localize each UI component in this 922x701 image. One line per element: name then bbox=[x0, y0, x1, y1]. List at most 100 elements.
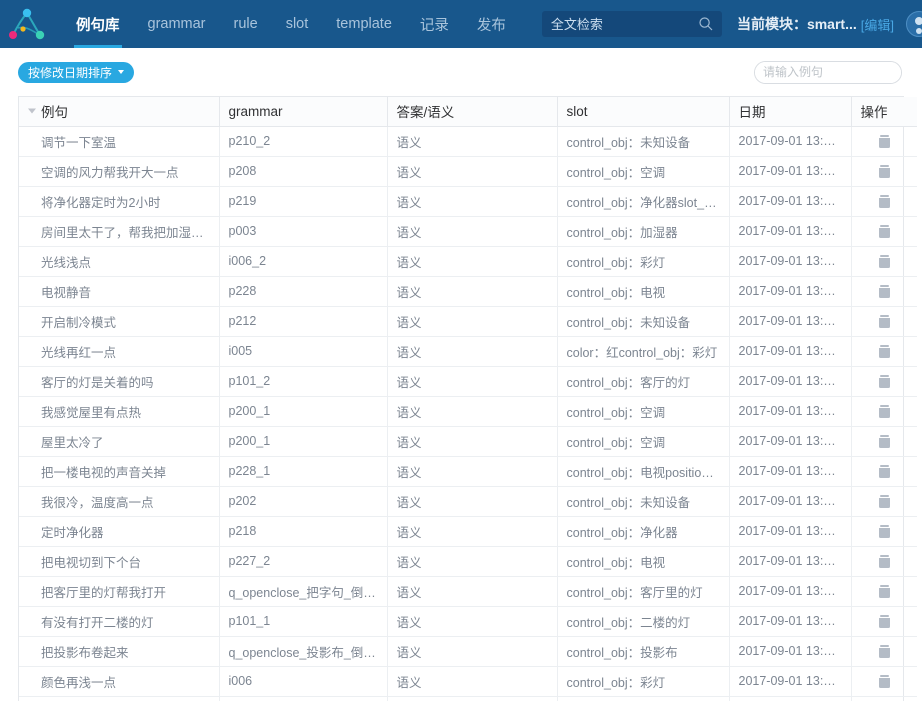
cell-action bbox=[851, 426, 917, 457]
cell-grammar: q_openclose_把字句_倒装句 bbox=[219, 576, 388, 607]
sentence-search[interactable] bbox=[754, 60, 902, 84]
table-row[interactable]: 我感觉屋里有点热 p200_1 语义 control_obj：空调 2017-09-01… bbox=[19, 396, 917, 427]
cell-action bbox=[851, 366, 917, 397]
column-header-answer[interactable]: 答案/语义 bbox=[387, 97, 558, 127]
delete-icon[interactable] bbox=[878, 135, 890, 149]
cell-date: 2017-09-01 13:46:47 bbox=[729, 516, 852, 547]
table-row[interactable]: 我要调一下空调的风力p215_2语义control_obj：空调2017-09-… bbox=[19, 696, 917, 701]
table-row[interactable]: 把投影布卷起来 q_openclose_投影布_倒装句 语义 control_obj：… bbox=[19, 636, 917, 667]
delete-icon[interactable] bbox=[878, 285, 890, 299]
delete-icon[interactable] bbox=[878, 585, 890, 599]
user-avatar[interactable] bbox=[906, 11, 922, 37]
cell-date: 2017-09-01 13:46:47 bbox=[729, 156, 852, 187]
current-module-label: 当前模块：smart... bbox=[736, 16, 857, 32]
app-header: 例句库 grammar rule slot template 记录 发布 当前模… bbox=[0, 0, 922, 48]
cell-sentence: 把投影布卷起来 bbox=[19, 636, 220, 667]
table-row[interactable]: 光线浅点 i006_2 语义 control_obj：彩灯 2017-09-01 13:… bbox=[19, 246, 917, 277]
cell-answer: 语义 bbox=[387, 636, 558, 667]
table-row[interactable]: 将净化器定时为2小时 p219 语义 control_obj：净化器slot_timi… bbox=[19, 186, 917, 217]
nav-item-grammar[interactable]: grammar bbox=[134, 0, 220, 48]
nav-label: 记录 bbox=[419, 17, 449, 34]
delete-icon[interactable] bbox=[878, 375, 890, 389]
cell-sentence: 空调的风力帮我开大一点 bbox=[19, 156, 220, 187]
cell-answer: 语义 bbox=[387, 456, 558, 487]
cell-sentence: 客厅的灯是关着的吗 bbox=[19, 366, 220, 397]
column-header-action[interactable]: 操作 bbox=[851, 97, 917, 127]
cell-grammar: p228 bbox=[219, 276, 388, 307]
global-search-input[interactable] bbox=[541, 11, 722, 37]
delete-icon[interactable] bbox=[878, 405, 890, 419]
column-header-date[interactable]: 日期 bbox=[729, 97, 852, 127]
cell-sentence: 房间里太干了，帮我把加湿器... bbox=[19, 216, 220, 247]
cell-answer: 语义 bbox=[387, 276, 558, 307]
table-row[interactable]: 我很冷，温度高一点 p202 语义 control_obj：未知设备 2017-09-0… bbox=[19, 486, 917, 517]
delete-icon[interactable] bbox=[878, 315, 890, 329]
edit-module-link[interactable]: [编辑] bbox=[861, 15, 894, 34]
cell-answer: 语义 bbox=[387, 516, 558, 547]
cell-action bbox=[851, 246, 917, 277]
global-search[interactable] bbox=[541, 11, 722, 37]
delete-icon[interactable] bbox=[878, 615, 890, 629]
column-header-sentence[interactable]: 例句 bbox=[19, 97, 220, 127]
table-row[interactable]: 把电视切到下个台 p227_2 语义 control_obj：电视 2017-09-01… bbox=[19, 546, 917, 577]
delete-icon[interactable] bbox=[878, 255, 890, 269]
header-right: 当前模块：smart... [编辑] bbox=[737, 11, 922, 37]
table-row[interactable]: 把一楼电视的声音关掉 p228_1 语义 control_obj：电视position… bbox=[19, 456, 917, 487]
table-row[interactable]: 颜色再浅一点 i006 语义 control_obj：彩灯 2017-09-01 13:… bbox=[19, 666, 917, 697]
delete-icon[interactable] bbox=[878, 555, 890, 569]
nav-item-records[interactable]: 记录 bbox=[406, 0, 463, 48]
cell-slot: control_obj：二楼的灯 bbox=[557, 606, 730, 637]
table-row[interactable]: 光线再红一点 i005 语义 color：红control_obj：彩灯 2017-09… bbox=[19, 336, 917, 367]
nav-item-lijuku[interactable]: 例句库 bbox=[62, 0, 134, 48]
cell-date: 2017-09-01 13:46:47 bbox=[729, 606, 852, 637]
cell-answer: 语义 bbox=[387, 186, 558, 217]
delete-icon[interactable] bbox=[878, 645, 890, 659]
column-header-slot[interactable]: slot bbox=[557, 97, 730, 127]
sort-by-modified-date-button[interactable]: 按修改日期排序 bbox=[18, 61, 135, 83]
column-header-grammar[interactable]: grammar bbox=[219, 97, 388, 127]
cell-date: 2017-09-01 13:46:47 bbox=[729, 216, 852, 247]
cell-grammar: p228_1 bbox=[219, 456, 388, 487]
chevron-down-icon bbox=[118, 70, 125, 74]
delete-icon[interactable] bbox=[878, 675, 890, 689]
table-row[interactable]: 客厅的灯是关着的吗 p101_2 语义 control_obj：客厅的灯 2017-09… bbox=[19, 366, 917, 397]
table-row[interactable]: 房间里太干了，帮我把加湿器... p003 语义 control_obj：加湿器 201… bbox=[19, 216, 917, 247]
cell-action bbox=[851, 456, 917, 487]
delete-icon[interactable] bbox=[878, 435, 890, 449]
table-body: 调节一下室温 p210_2 语义 control_obj：未知设备 2017-09-01… bbox=[19, 126, 917, 701]
cell-sentence: 我感觉屋里有点热 bbox=[19, 396, 220, 427]
table-row[interactable]: 屋里太冷了 p200_1 语义 control_obj：空调 2017-09-01 13… bbox=[19, 426, 917, 457]
delete-icon[interactable] bbox=[878, 345, 890, 359]
app-logo[interactable] bbox=[0, 0, 56, 48]
nav-item-publish[interactable]: 发布 bbox=[463, 0, 520, 48]
table-row[interactable]: 把客厅里的灯帮我打开 q_openclose_把字句_倒装句 语义 control_o… bbox=[19, 576, 917, 607]
nav-item-template[interactable]: template bbox=[322, 0, 406, 48]
delete-icon[interactable] bbox=[878, 165, 890, 179]
cell-sentence: 屋里太冷了 bbox=[19, 426, 220, 457]
nav-item-slot[interactable]: slot bbox=[272, 0, 323, 48]
cell-date: 2017-09-01 13:46:47 bbox=[729, 486, 852, 517]
cell-slot: control_obj：空调 bbox=[557, 396, 730, 427]
sentence-search-input[interactable] bbox=[755, 61, 901, 83]
table-row[interactable]: 开启制冷模式 p212 语义 control_obj：未知设备 2017-09-01 1… bbox=[19, 306, 917, 337]
nav-label: template bbox=[336, 16, 392, 32]
delete-icon[interactable] bbox=[878, 525, 890, 539]
table-row[interactable]: 电视静音 p228 语义 control_obj：电视 2017-09-01 13:46… bbox=[19, 276, 917, 307]
column-header-label: 操作 bbox=[860, 105, 888, 121]
cell-slot: control_obj：净化器 bbox=[557, 516, 730, 547]
search-icon bbox=[699, 17, 713, 31]
table-head: 例句 grammar 答案/语义 slot 日期 操作 bbox=[19, 97, 917, 127]
delete-icon[interactable] bbox=[878, 465, 890, 479]
table-row[interactable]: 定时净化器 p218 语义 control_obj：净化器 2017-09-01 13:… bbox=[19, 516, 917, 547]
table-row[interactable]: 有没有打开二楼的灯 p101_1 语义 control_obj：二楼的灯 2017-09… bbox=[19, 606, 917, 637]
table-row[interactable]: 调节一下室温 p210_2 语义 control_obj：未知设备 2017-09-01… bbox=[19, 126, 917, 157]
table-row[interactable]: 空调的风力帮我开大一点 p208 语义 control_obj：空调 2017-09-0… bbox=[19, 156, 917, 187]
cell-sentence: 定时净化器 bbox=[19, 516, 220, 547]
cell-sentence: 调节一下室温 bbox=[19, 126, 220, 157]
delete-icon[interactable] bbox=[878, 225, 890, 239]
cell-answer: 语义 bbox=[387, 396, 558, 427]
nav-item-rule[interactable]: rule bbox=[220, 0, 272, 48]
delete-icon[interactable] bbox=[878, 495, 890, 509]
cell-action bbox=[851, 396, 917, 427]
delete-icon[interactable] bbox=[878, 195, 890, 209]
